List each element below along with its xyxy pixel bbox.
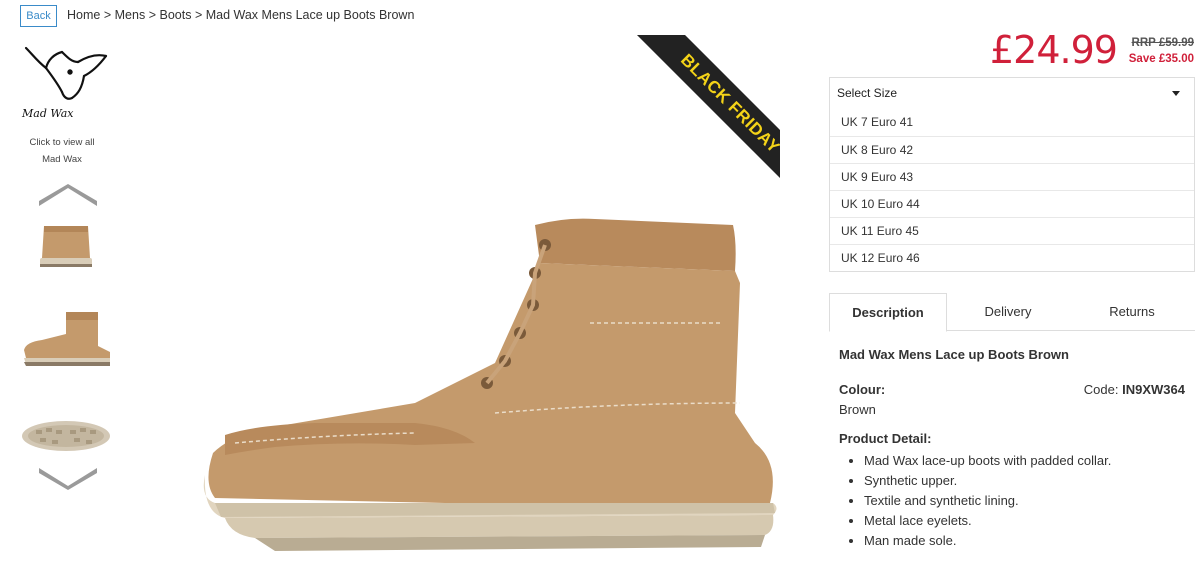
view-all-brand-link[interactable]: Click to view all Mad Wax [20,134,104,168]
product-info-tabs: Description Delivery Returns [829,293,1195,332]
size-option[interactable]: UK 12 Euro 46 [830,244,1194,271]
size-select[interactable]: Select Size [829,77,1195,110]
main-product-image [203,218,777,551]
tab-description[interactable]: Description [829,293,947,332]
thumbnails-down-arrow-icon[interactable] [39,468,97,490]
product-code: Code: IN9XW364 [1084,382,1185,397]
brand-caption-line2: Mad Wax [42,154,82,165]
brand-logo[interactable]: Mad Wax [16,42,110,122]
breadcrumb-home[interactable]: Home [67,8,100,22]
list-item: Textile and synthetic lining. [864,491,1111,511]
mad-wax-logo-icon: Mad Wax [21,46,108,120]
product-title: Mad Wax Mens Lace up Boots Brown [839,347,1069,362]
list-item: Synthetic upper. [864,471,1111,491]
back-button[interactable]: Back [20,5,57,27]
breadcrumb-current: Mad Wax Mens Lace up Boots Brown [205,8,415,22]
code-value: IN9XW364 [1122,382,1185,397]
description-panel: Mad Wax Mens Lace up Boots Brown Colour:… [839,347,1187,548]
product-detail-list: Mad Wax lace-up boots with padded collar… [864,451,1111,551]
breadcrumb-separator: > [194,8,203,22]
rrp-price: RRP £59.99 [1131,37,1194,49]
size-option[interactable]: UK 7 Euro 41 [830,109,1194,136]
black-friday-ribbon: BLACK FRIDAY [623,35,780,192]
thumbnails-up-arrow-icon[interactable] [39,184,97,206]
size-select-placeholder: Select Size [837,86,898,100]
list-item: Mad Wax lace-up boots with padded collar… [864,451,1111,471]
list-item: Man made sole. [864,531,1111,551]
size-option[interactable]: UK 10 Euro 44 [830,190,1194,217]
tab-delivery[interactable]: Delivery [947,293,1069,331]
size-options-list: UK 7 Euro 41 UK 8 Euro 42 UK 9 Euro 43 U… [829,109,1195,272]
brand-caption-line1: Click to view all [29,137,95,148]
breadcrumb-separator: > [103,8,112,22]
size-option[interactable]: UK 9 Euro 43 [830,163,1194,190]
thumbnail-sole-view[interactable] [18,416,114,456]
product-detail-label: Product Detail: [839,431,932,446]
breadcrumb: Home > Mens > Boots > Mad Wax Mens Lace … [67,8,414,22]
colour-label: Colour: [839,382,886,397]
savings-amount: Save £35.00 [1128,53,1194,65]
breadcrumb-separator: > [148,8,156,22]
ribbon-text: BLACK FRIDAY [636,35,780,192]
size-option[interactable]: UK 8 Euro 42 [830,136,1194,163]
breadcrumb-boots[interactable]: Boots [159,8,191,22]
thumbnail-side-view[interactable] [18,306,114,368]
size-option[interactable]: UK 11 Euro 45 [830,217,1194,244]
sale-price: £24.99 [990,28,1118,72]
tab-returns[interactable]: Returns [1069,293,1195,331]
logo-text: Mad Wax [21,107,74,120]
caret-down-icon [1172,91,1180,96]
breadcrumb-mens[interactable]: Mens [115,8,146,22]
thumbnail-back-view[interactable] [18,222,114,272]
list-item: Metal lace eyelets. [864,511,1111,531]
colour-value: Brown [839,402,876,417]
code-label: Code: [1083,382,1119,397]
